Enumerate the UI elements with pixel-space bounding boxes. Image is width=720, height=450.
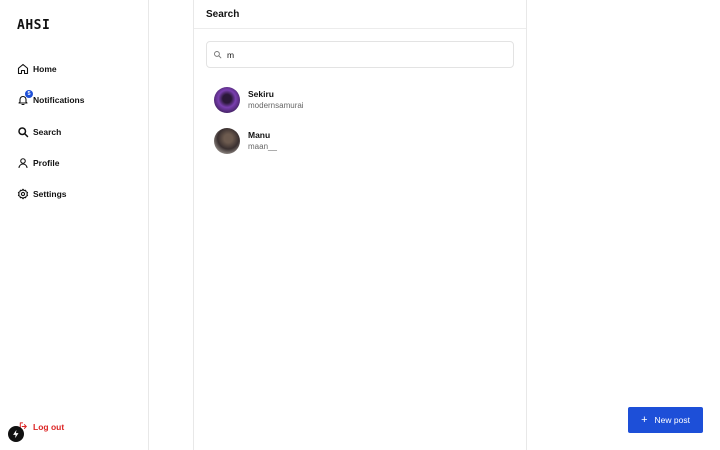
plus-icon: + [641, 414, 648, 426]
app-window: AHSI Home 5 Notifications Search Profile… [0, 0, 720, 450]
search-header: Search [194, 0, 526, 29]
user-icon [17, 157, 29, 169]
sidebar-item-label: Search [33, 126, 62, 137]
sidebar-item-notifications[interactable]: 5 Notifications [17, 90, 85, 108]
sidebar-item-label: Profile [33, 157, 60, 168]
user-handle: modernsamurai [248, 101, 304, 110]
logout-button[interactable]: Log out [18, 421, 64, 432]
search-icon [17, 126, 29, 138]
search-icon [214, 51, 222, 59]
dev-tools-icon[interactable] [8, 426, 24, 442]
new-post-button[interactable]: + New post [628, 407, 703, 433]
bell-icon: 5 [17, 90, 33, 106]
page-title: Search [206, 8, 240, 20]
sidebar-nav: Home 5 Notifications Search Profile Sett… [17, 61, 84, 217]
user-handle: maan__ [248, 142, 277, 151]
user-name: Manu [248, 130, 271, 140]
sidebar-item-home[interactable]: Home [17, 61, 84, 77]
search-box[interactable] [206, 41, 514, 68]
avatar[interactable] [214, 128, 240, 154]
gear-icon [17, 188, 29, 200]
user-names: Manu maan__ [248, 130, 277, 152]
home-icon [17, 63, 29, 75]
user-name: Sekiru [248, 89, 274, 99]
list-item[interactable]: Sekiru modernsamurai [214, 87, 304, 113]
user-names: Sekiru modernsamurai [248, 89, 304, 111]
sidebar-item-profile[interactable]: Profile [17, 155, 84, 171]
avatar[interactable] [214, 87, 240, 113]
sidebar-item-settings[interactable]: Settings [17, 186, 84, 202]
search-panel: Search Sekiru modernsamurai Manu maan__ [193, 0, 527, 450]
notification-count-badge: 5 [25, 90, 33, 99]
app-logo[interactable]: AHSI [17, 18, 50, 33]
new-post-label: New post [654, 415, 690, 425]
sidebar-item-label: Settings [33, 189, 67, 200]
list-item[interactable]: Manu maan__ [214, 128, 304, 154]
sidebar: AHSI Home 5 Notifications Search Profile… [0, 0, 149, 450]
sidebar-item-label: Home [33, 64, 57, 74]
sidebar-item-search[interactable]: Search [17, 124, 84, 140]
search-input[interactable] [227, 49, 507, 60]
search-results: Sekiru modernsamurai Manu maan__ [214, 87, 304, 169]
logout-label: Log out [33, 421, 65, 432]
sidebar-item-label: Notifications [33, 95, 85, 106]
